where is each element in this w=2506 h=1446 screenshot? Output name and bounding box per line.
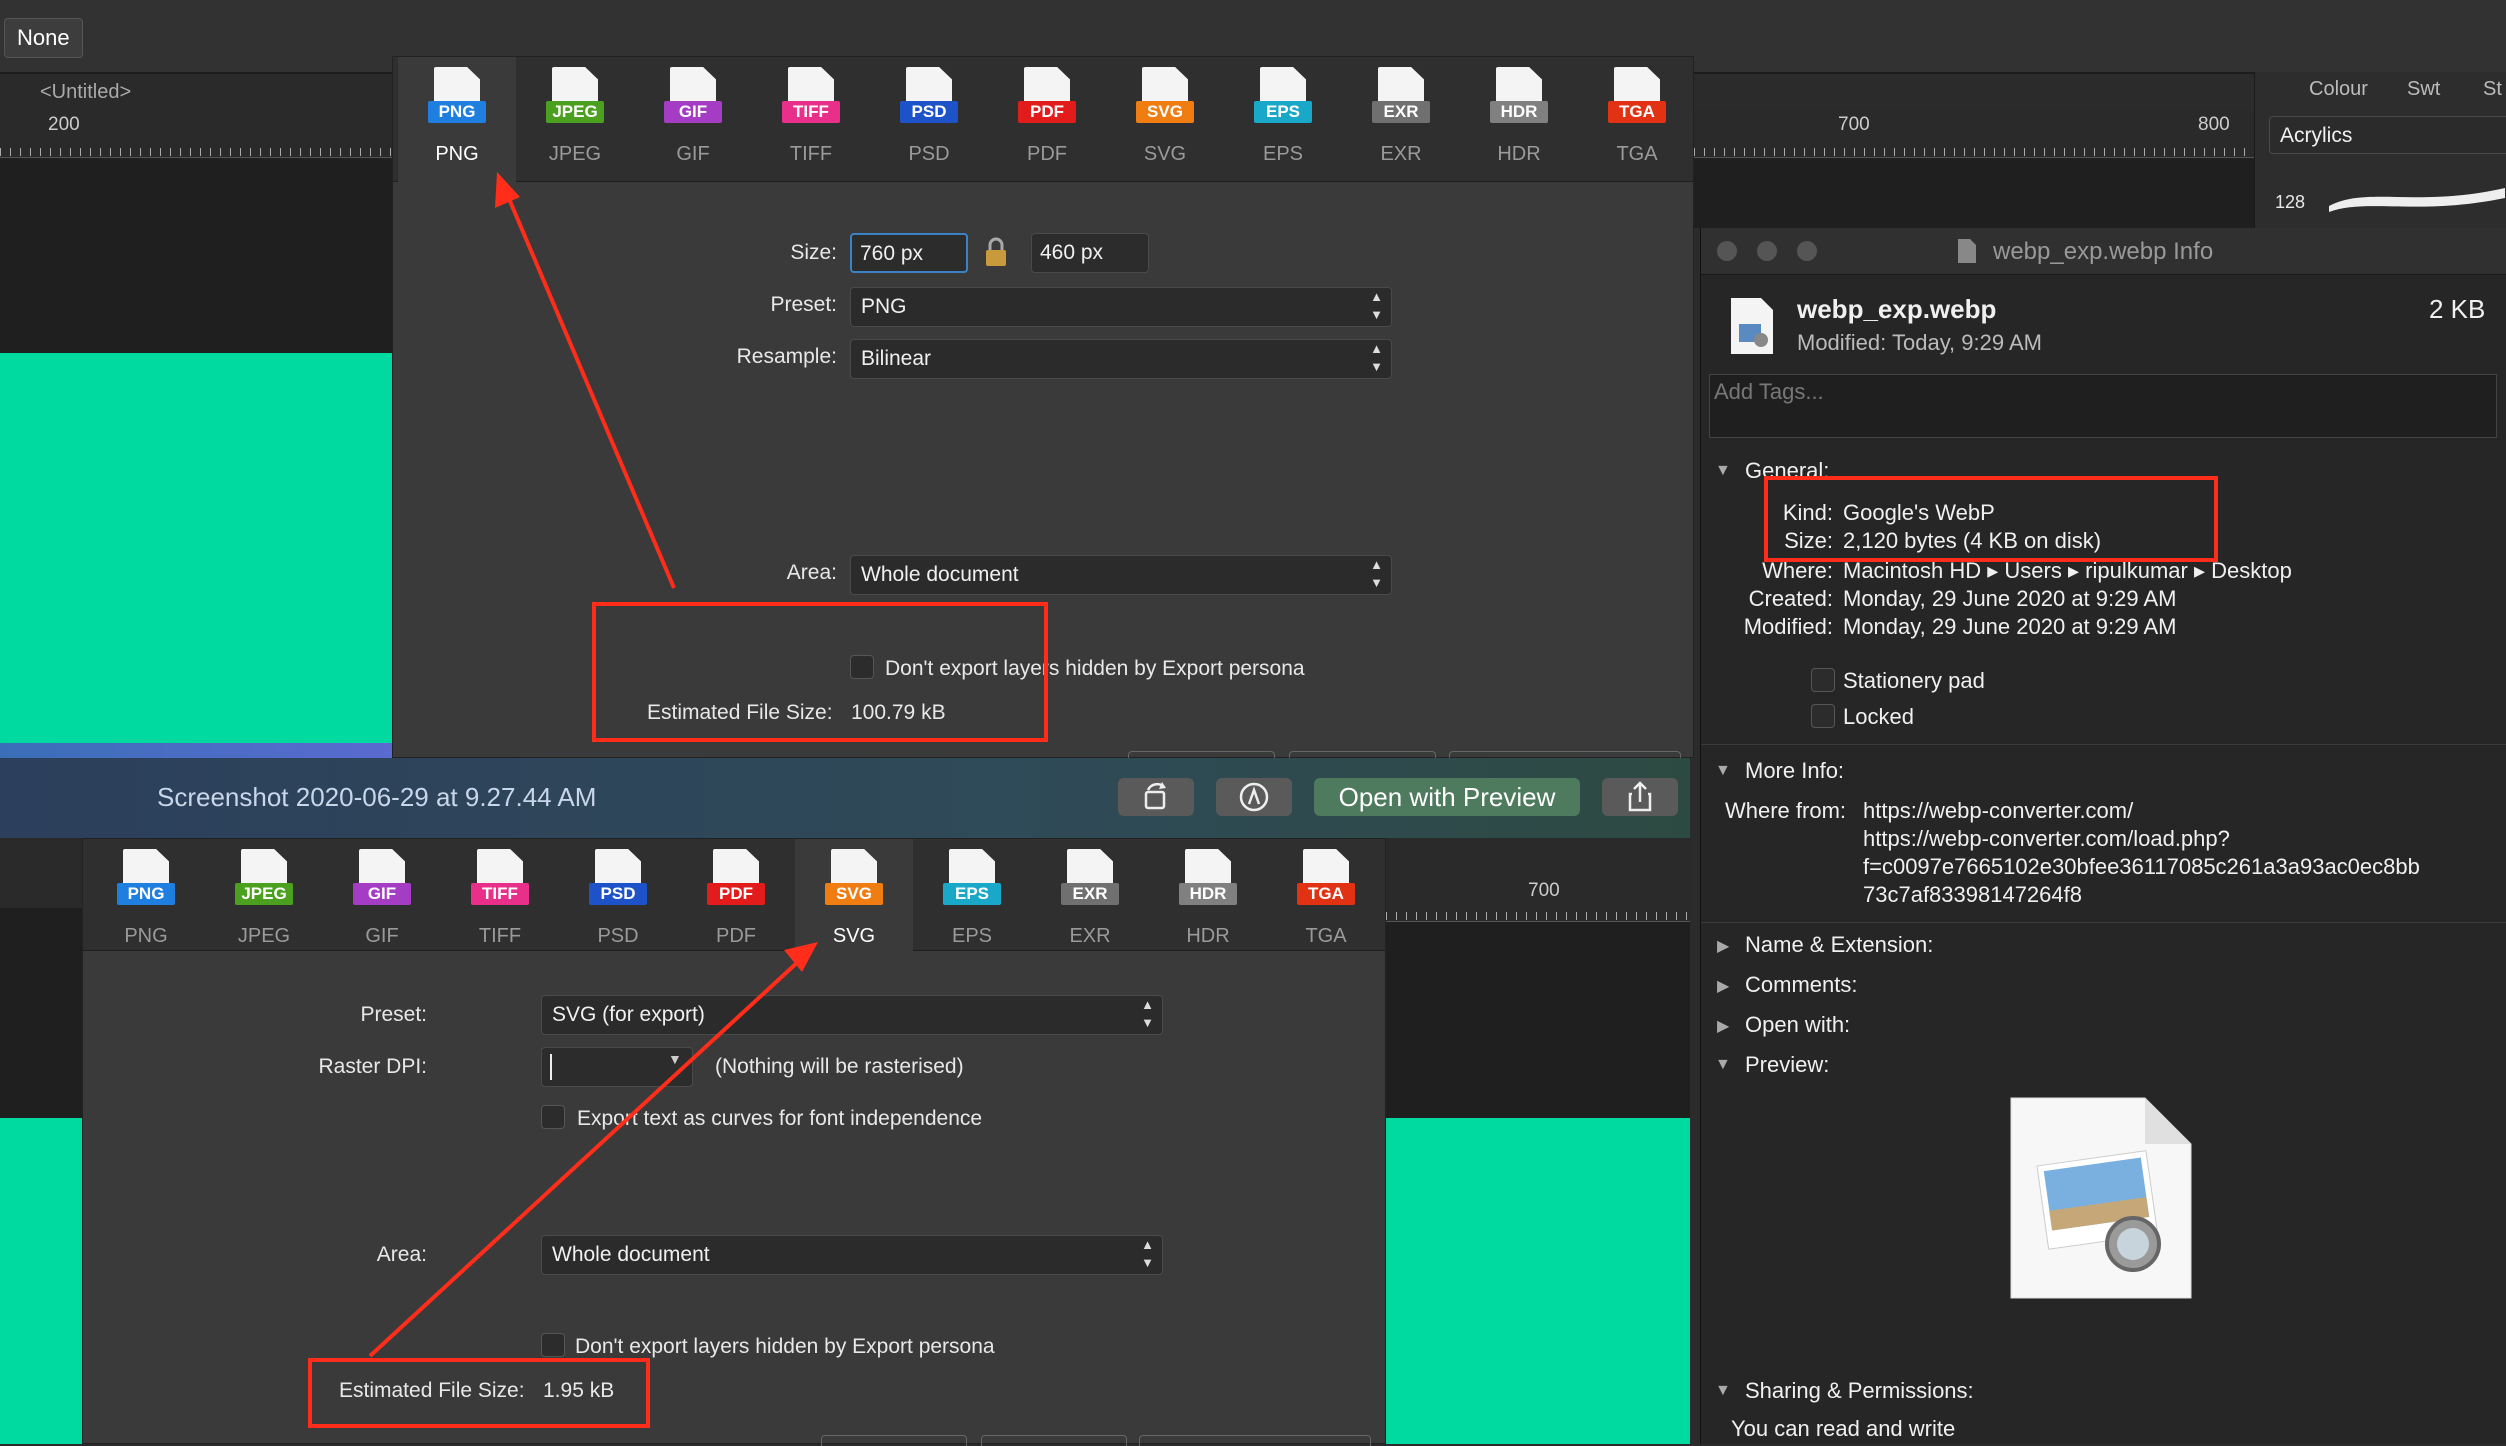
annotation-arrow-bottom xyxy=(368,958,802,1358)
annotation-arrow-top xyxy=(505,193,676,589)
annotation-arrows xyxy=(368,172,818,1358)
arrowhead-icon xyxy=(495,172,520,208)
